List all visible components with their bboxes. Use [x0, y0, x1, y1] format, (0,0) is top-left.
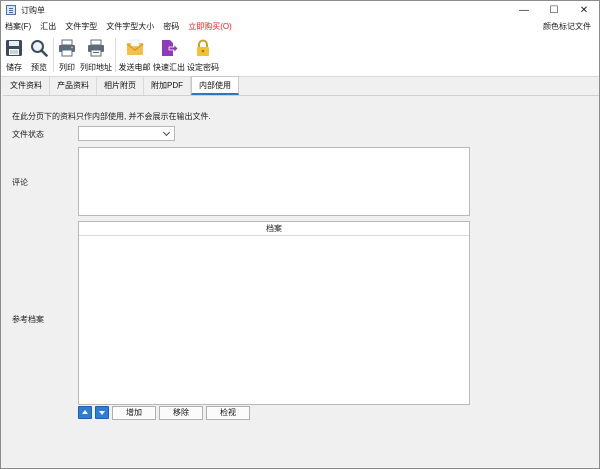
send-email-button[interactable]: 发送电邮: [118, 38, 151, 74]
print-address-button[interactable]: 列印地址: [80, 38, 112, 74]
menu-file[interactable]: 档案(F): [5, 21, 31, 32]
preview-label: 预览: [31, 63, 47, 72]
minimize-button[interactable]: —: [509, 1, 539, 19]
print-address-label: 列印地址: [80, 63, 112, 72]
app-window: 订购单 — ☐ ✕ 档案(F) 汇出 文件字型 文件字型大小 密码 立即购买(O…: [0, 0, 600, 469]
status-dropdown[interactable]: [78, 126, 175, 141]
menu-export[interactable]: 汇出: [40, 21, 56, 32]
menu-bar: 档案(F) 汇出 文件字型 文件字型大小 密码 立即购买(O) 颜色标记文件: [1, 19, 599, 34]
file-buttons-row: 增加 移除 检视: [78, 405, 253, 420]
toolbar: 储存 预览 列印 列印地址 发送电邮 快速汇出 设定密码: [1, 34, 599, 77]
save-label: 储存: [6, 63, 22, 72]
view-file-button[interactable]: 检视: [206, 405, 250, 420]
comment-textarea[interactable]: [78, 147, 470, 216]
menu-color-tag-file[interactable]: 颜色标记文件: [543, 19, 591, 34]
status-label: 文件状态: [12, 130, 44, 139]
quick-export-label: 快速汇出: [153, 63, 185, 72]
padlock-icon: [194, 39, 212, 57]
files-column-header[interactable]: 档案: [79, 222, 469, 236]
maximize-button[interactable]: ☐: [539, 1, 569, 19]
reference-files-label: 参考档案: [12, 315, 44, 324]
tab-document-info[interactable]: 文件资料: [3, 77, 50, 95]
tab-attach-pdf[interactable]: 附加PDF: [144, 77, 191, 95]
tab-photo-attachments[interactable]: 相片附页: [97, 77, 144, 95]
internal-use-panel: 在此分页下的资料只作内部使用, 并不会展示在输出文件. 文件状态 评论 参考档案…: [3, 96, 599, 468]
quick-export-button[interactable]: 快速汇出: [153, 38, 185, 74]
toolbar-separator: [53, 38, 54, 72]
printer-icon: [58, 39, 76, 57]
chevron-down-icon: [162, 128, 171, 137]
menu-buy-now[interactable]: 立即购买(O): [188, 21, 232, 32]
document-app-icon: [6, 5, 16, 15]
move-up-button[interactable]: [78, 406, 92, 419]
close-button[interactable]: ✕: [569, 1, 599, 19]
window-controls: — ☐ ✕: [509, 1, 599, 19]
move-down-button[interactable]: [95, 406, 109, 419]
menu-font-size[interactable]: 文件字型大小: [106, 21, 154, 32]
floppy-disk-icon: [5, 39, 23, 57]
print-button[interactable]: 列印: [57, 38, 77, 74]
window-title: 订购单: [21, 5, 45, 15]
set-password-button[interactable]: 设定密码: [187, 38, 219, 74]
magnifier-icon: [30, 39, 48, 57]
title-bar: 订购单 — ☐ ✕: [1, 1, 599, 19]
menu-font[interactable]: 文件字型: [65, 21, 97, 32]
tab-internal-use[interactable]: 内部使用: [191, 76, 239, 95]
toolbar-separator: [115, 38, 116, 72]
save-button[interactable]: 储存: [5, 38, 23, 74]
printer-address-icon: [87, 39, 105, 57]
print-label: 列印: [59, 63, 75, 72]
menu-password[interactable]: 密码: [163, 21, 179, 32]
add-file-button[interactable]: 增加: [112, 405, 156, 420]
remove-file-button[interactable]: 移除: [159, 405, 203, 420]
send-email-label: 发送电邮: [118, 63, 151, 72]
internal-note: 在此分页下的资料只作内部使用, 并不会展示在输出文件.: [12, 112, 211, 121]
tab-bar: 文件资料 产品资料 相片附页 附加PDF 内部使用: [3, 76, 599, 96]
reference-files-list[interactable]: 档案: [78, 221, 470, 405]
preview-button[interactable]: 预览: [29, 38, 49, 74]
tab-product-info[interactable]: 产品资料: [50, 77, 97, 95]
set-password-label: 设定密码: [187, 63, 219, 72]
comment-label: 评论: [12, 178, 28, 187]
envelope-icon: [126, 39, 144, 57]
export-file-icon: [160, 39, 179, 57]
